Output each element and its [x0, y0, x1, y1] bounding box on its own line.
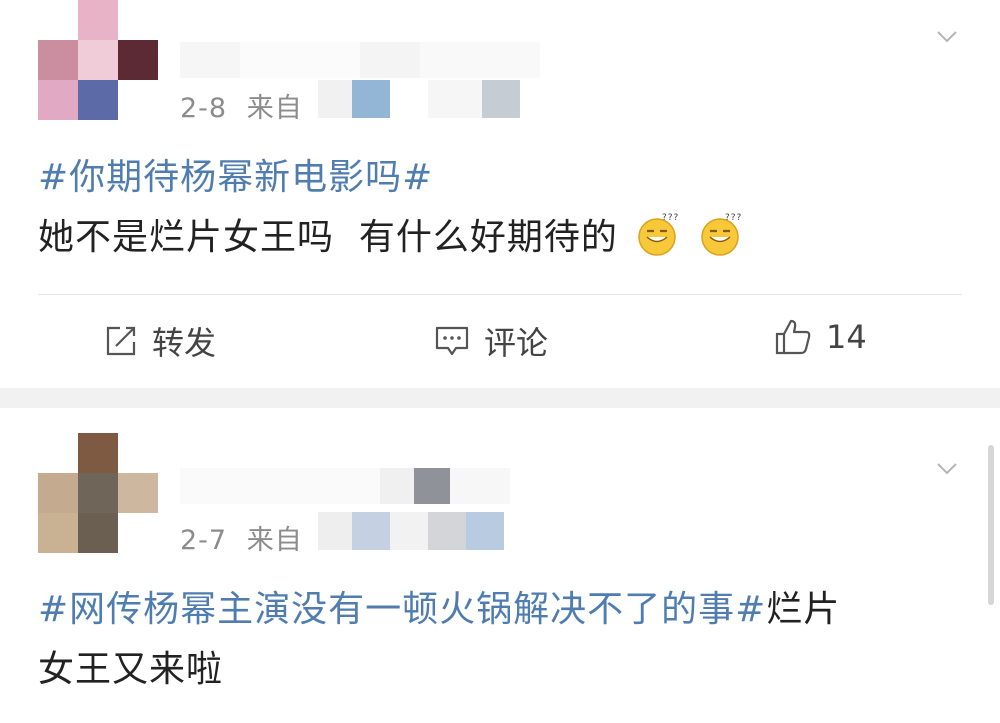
- divider: [38, 294, 962, 295]
- comment-icon: [435, 326, 469, 356]
- like-count: 14: [826, 318, 867, 356]
- username-blurred[interactable]: [180, 468, 510, 504]
- sweat-smile-emoji-icon: ???: [638, 213, 679, 256]
- repost-label: 转发: [152, 324, 217, 362]
- username-blurred[interactable]: [180, 42, 540, 78]
- like-button[interactable]: 14: [774, 318, 867, 356]
- post-date: 2-7: [180, 525, 228, 556]
- chevron-down-icon[interactable]: [936, 26, 958, 48]
- comment-label: 评论: [484, 324, 549, 362]
- repost-button[interactable]: 转发: [104, 318, 216, 364]
- post-meta: 2-7 来自: [180, 518, 303, 557]
- source-prefix: 来自: [246, 525, 303, 556]
- svg-text:???: ???: [662, 213, 679, 223]
- source-device-blurred: [318, 512, 504, 550]
- source-prefix: 来自: [246, 93, 303, 124]
- svg-text:???: ???: [725, 213, 742, 223]
- avatar[interactable]: [38, 433, 158, 553]
- post-separator: [0, 388, 1000, 408]
- post-text-line2: 女王又来啦: [38, 649, 224, 690]
- source-device-blurred: [318, 80, 520, 118]
- post-date: 2-8: [180, 93, 228, 124]
- post-text: 烂片: [766, 589, 841, 630]
- avatar[interactable]: [38, 0, 158, 120]
- post-text: 她不是烂片女王吗 有什么好期待的: [38, 217, 618, 258]
- scrollbar[interactable]: [988, 445, 994, 605]
- topic-link[interactable]: #网传杨幂主演没有一顿火锅解决不了的事#: [38, 589, 766, 630]
- post-content: #你期待杨幂新电影吗# 她不是烂片女王吗 有什么好期待的 ??? ???: [38, 148, 743, 268]
- post-meta: 2-8 来自: [180, 86, 303, 125]
- weibo-post-1: 2-8 来自 #你期待杨幂新电影吗# 她不是烂片女王吗 有什么好期待的 ??? …: [0, 0, 1000, 388]
- chevron-down-icon[interactable]: [936, 458, 958, 480]
- topic-link[interactable]: #你期待杨幂新电影吗#: [38, 157, 433, 198]
- sweat-smile-emoji-icon: ???: [701, 213, 742, 256]
- repost-icon: [106, 326, 136, 356]
- comment-button[interactable]: 评论: [434, 318, 548, 364]
- weibo-post-2: 2-7 来自 #网传杨幂主演没有一顿火锅解决不了的事#烂片 女王又来啦: [0, 408, 1000, 723]
- post-content: #网传杨幂主演没有一顿火锅解决不了的事#烂片 女王又来啦: [38, 580, 840, 700]
- like-icon: [775, 319, 811, 355]
